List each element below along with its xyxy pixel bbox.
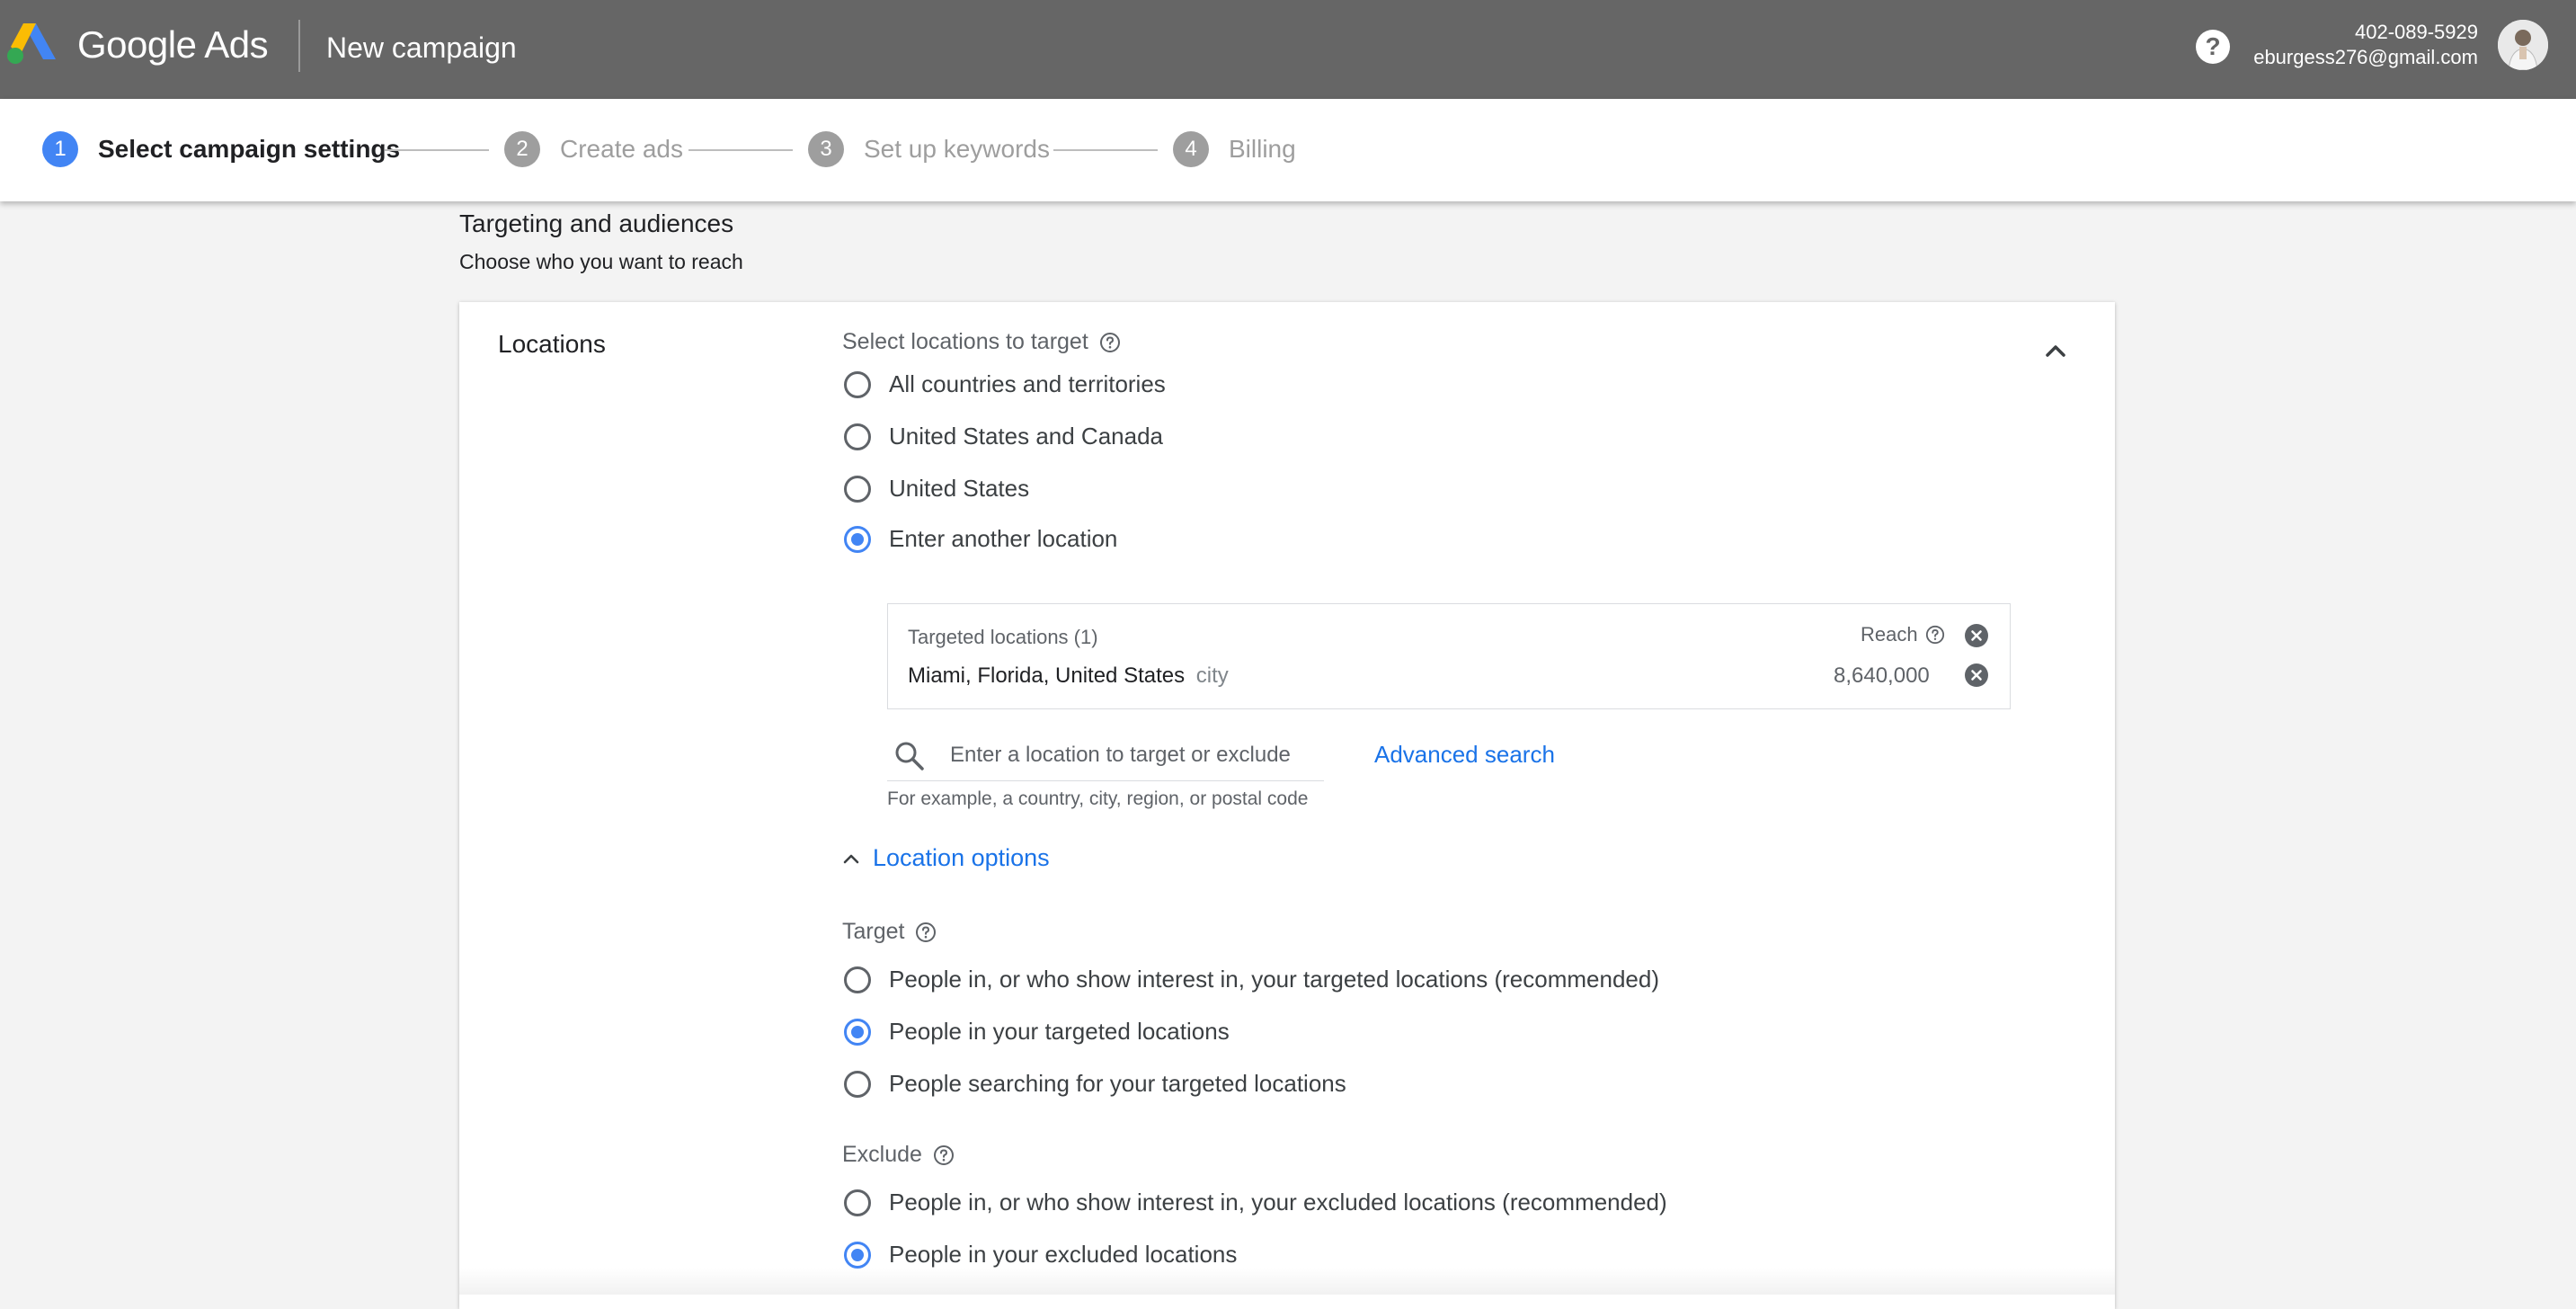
target-option-searching[interactable]: People searching for your targeted locat… xyxy=(844,1070,1346,1098)
help-circle-icon[interactable] xyxy=(915,922,937,943)
remove-location-icon[interactable] xyxy=(1965,663,1988,687)
location-option-us-canada[interactable]: United States and Canada xyxy=(844,423,1163,450)
top-app-bar: Google Ads New campaign ? 402-089-5929 e… xyxy=(0,0,2576,99)
radio-label: People in, or who show interest in, your… xyxy=(889,966,1659,993)
help-circle-icon[interactable] xyxy=(1099,332,1121,353)
step-create-ads[interactable]: 2 Create ads xyxy=(504,131,683,167)
location-option-united-states[interactable]: United States xyxy=(844,475,1029,503)
section-subtitle: Choose who you want to reach xyxy=(459,250,743,273)
radio-button[interactable] xyxy=(844,1018,871,1046)
chevron-up-icon[interactable] xyxy=(2038,333,2074,369)
account-info[interactable]: 402-089-5929 eburgess276@gmail.com xyxy=(2253,20,2478,70)
brand-name: Google Ads xyxy=(77,23,269,66)
locations-card-label: Locations xyxy=(498,330,606,358)
google-ads-logo-icon[interactable] xyxy=(5,20,59,67)
help-circle-icon[interactable] xyxy=(1925,625,1945,645)
step-billing[interactable]: 4 Billing xyxy=(1173,131,1296,167)
search-icon xyxy=(895,742,924,770)
location-name: Miami, Florida, United States xyxy=(908,663,1186,688)
radio-button[interactable] xyxy=(844,1241,871,1269)
radio-button[interactable] xyxy=(844,1189,871,1216)
radio-button[interactable] xyxy=(844,966,871,993)
account-email: eburgess276@gmail.com xyxy=(2253,46,2478,68)
scroll-fade xyxy=(459,1268,2115,1295)
step-set-up-keywords[interactable]: 3 Set up keywords xyxy=(808,131,1050,167)
radio-label: All countries and territories xyxy=(889,370,1166,397)
radio-label: United States and Canada xyxy=(889,423,1163,450)
step-number: 2 xyxy=(504,131,540,167)
reach-label: Reach xyxy=(1861,623,1918,646)
step-connector xyxy=(688,149,793,151)
section-title: Targeting and audiences xyxy=(459,209,734,237)
remove-all-locations-icon[interactable] xyxy=(1965,624,1988,647)
help-circle-icon[interactable] xyxy=(933,1144,955,1166)
step-connector xyxy=(385,149,489,151)
step-number: 1 xyxy=(42,131,78,167)
location-options-toggle[interactable]: Location options xyxy=(840,844,1050,872)
radio-label: People searching for your targeted locat… xyxy=(889,1070,1346,1097)
location-reach: 8,640,000 xyxy=(1834,663,1930,688)
targeted-locations-box: Targeted locations (1) Reach Miami, Flor… xyxy=(887,603,2011,709)
location-type: city xyxy=(1195,663,1229,688)
target-label-text: Target xyxy=(842,919,905,944)
select-locations-label: Select locations to target xyxy=(842,329,1121,355)
exclude-label-text: Exclude xyxy=(842,1142,922,1167)
targeted-locations-header: Targeted locations (1) xyxy=(908,626,1098,648)
location-options-label: Location options xyxy=(873,844,1050,871)
chevron-up-icon xyxy=(843,854,859,863)
targeted-location-row: Miami, Florida, United States city xyxy=(908,663,1229,689)
radio-label: People in your excluded locations xyxy=(889,1241,1238,1268)
target-label: Target xyxy=(842,919,937,945)
select-locations-text: Select locations to target xyxy=(842,329,1088,354)
step-label: Select campaign settings xyxy=(98,135,401,163)
search-hint: For example, a country, city, region, or… xyxy=(887,788,1309,809)
page-title: New campaign xyxy=(326,31,517,64)
radio-label: People in your targeted locations xyxy=(889,1018,1230,1045)
step-label: Billing xyxy=(1229,135,1296,163)
campaign-stepper: 1 Select campaign settings 2 Create ads … xyxy=(0,99,2576,201)
radio-label: United States xyxy=(889,475,1030,502)
location-search-input[interactable] xyxy=(950,739,1310,771)
step-label: Create ads xyxy=(560,135,683,163)
radio-button[interactable] xyxy=(844,370,871,398)
location-option-another[interactable]: Enter another location xyxy=(844,525,1117,553)
reach-header: Reach xyxy=(1861,623,1945,646)
avatar[interactable] xyxy=(2498,20,2548,70)
step-select-campaign-settings[interactable]: 1 Select campaign settings xyxy=(42,131,400,167)
radio-button[interactable] xyxy=(844,1070,871,1098)
target-option-interest[interactable]: People in, or who show interest in, your… xyxy=(844,966,1659,993)
help-icon[interactable]: ? xyxy=(2196,30,2230,64)
target-option-in-locations[interactable]: People in your targeted locations xyxy=(844,1018,1230,1046)
locations-card: Locations Select locations to target All… xyxy=(459,302,2115,1309)
header-divider xyxy=(298,20,300,72)
exclude-option-interest[interactable]: People in, or who show interest in, your… xyxy=(844,1189,1667,1216)
location-search-field[interactable] xyxy=(887,730,1324,781)
step-number: 4 xyxy=(1173,131,1209,167)
radio-button[interactable] xyxy=(844,475,871,503)
avatar-person-icon xyxy=(2498,20,2548,70)
radio-button[interactable] xyxy=(844,423,871,450)
advanced-search-link[interactable]: Advanced search xyxy=(1374,741,1555,769)
radio-label: People in, or who show interest in, your… xyxy=(889,1189,1667,1216)
exclude-label: Exclude xyxy=(842,1142,955,1168)
step-label: Set up keywords xyxy=(864,135,1050,163)
radio-label: Enter another location xyxy=(889,525,1118,552)
radio-button[interactable] xyxy=(844,525,871,553)
step-number: 3 xyxy=(808,131,844,167)
account-phone: 402-089-5929 xyxy=(2354,21,2478,43)
location-option-all-countries[interactable]: All countries and territories xyxy=(844,370,1166,398)
exclude-option-in-locations[interactable]: People in your excluded locations xyxy=(844,1241,1237,1269)
step-connector xyxy=(1053,149,1158,151)
